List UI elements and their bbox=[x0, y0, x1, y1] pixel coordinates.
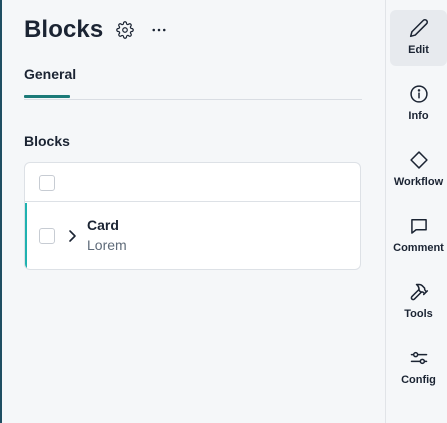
page-header: Blocks bbox=[24, 16, 171, 44]
tab-bar: General bbox=[24, 66, 362, 100]
chevron-right-icon bbox=[69, 230, 76, 242]
gear-icon bbox=[116, 21, 135, 39]
sidebar-item-edit[interactable]: Edit bbox=[390, 10, 447, 66]
sidebar-item-label: Tools bbox=[404, 308, 433, 320]
active-tab-indicator bbox=[24, 95, 70, 98]
sidebar-item-info[interactable]: Info bbox=[390, 76, 447, 132]
page-title: Blocks bbox=[24, 16, 104, 43]
sidebar-item-label: Edit bbox=[408, 44, 429, 56]
table-row[interactable]: Card Lorem bbox=[25, 203, 360, 269]
sidebar-item-label: Workflow bbox=[393, 176, 444, 188]
hammer-icon bbox=[409, 282, 429, 302]
row-subtitle: Lorem bbox=[87, 237, 127, 253]
sliders-icon bbox=[409, 348, 429, 368]
ellipsis-icon bbox=[152, 28, 166, 32]
row-title: Card bbox=[87, 217, 119, 233]
expand-row-button[interactable] bbox=[65, 227, 79, 245]
section-label: Blocks bbox=[24, 133, 70, 149]
comment-icon bbox=[409, 216, 429, 236]
sidebar-item-config[interactable]: Config bbox=[390, 340, 447, 396]
sidebar-item-label: Config bbox=[401, 374, 436, 386]
main-panel: Blocks General Blocks Card Lorem bbox=[0, 0, 385, 423]
sidebar-item-tools[interactable]: Tools bbox=[390, 274, 447, 330]
info-icon bbox=[409, 84, 429, 104]
select-all-checkbox[interactable] bbox=[39, 175, 55, 191]
sidebar-item-label: Info bbox=[408, 110, 429, 122]
row-checkbox[interactable] bbox=[39, 228, 55, 244]
row-selected-accent bbox=[25, 203, 27, 269]
sidebar-item-label: Comment bbox=[393, 242, 444, 254]
pencil-icon bbox=[409, 18, 429, 38]
sidebar-item-workflow[interactable]: Workflow bbox=[390, 142, 447, 198]
right-sidebar: Edit Info Workflow Comment Tools Config bbox=[385, 0, 447, 423]
app-window: Blocks General Blocks Card Lorem Edit In… bbox=[0, 0, 447, 423]
settings-button[interactable] bbox=[113, 18, 137, 42]
tab-general[interactable]: General bbox=[24, 66, 76, 82]
blocks-table: Card Lorem bbox=[24, 162, 361, 270]
sidebar-item-comment[interactable]: Comment bbox=[390, 208, 447, 264]
more-options-button[interactable] bbox=[147, 18, 171, 42]
diamond-icon bbox=[409, 150, 429, 170]
table-header-row bbox=[25, 163, 360, 202]
